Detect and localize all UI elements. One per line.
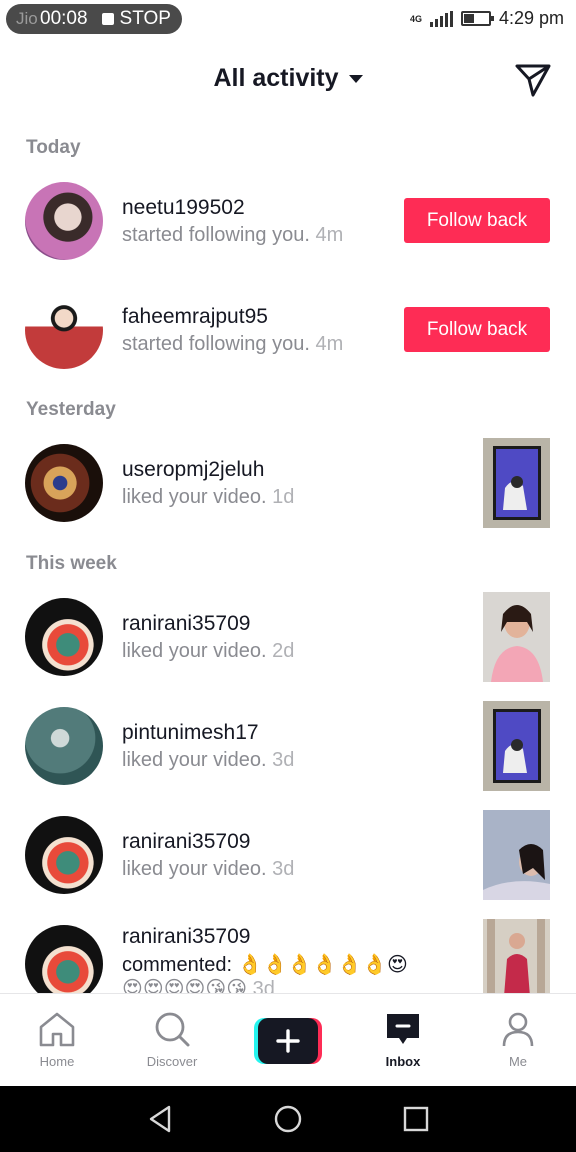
activity-text: liked your video. 2d bbox=[122, 640, 294, 663]
activity-row[interactable]: pintunimesh17 liked your video. 3d bbox=[0, 701, 576, 791]
section-label-yesterday: Yesterday bbox=[26, 399, 116, 420]
activity-row[interactable]: useropmj2jeluh liked your video. 1d bbox=[0, 438, 576, 528]
system-nav-bar bbox=[0, 1086, 576, 1152]
video-thumbnail-image bbox=[483, 701, 550, 791]
caret-down-icon bbox=[348, 75, 363, 84]
section-label-this-week: This week bbox=[26, 553, 117, 574]
activity-action: liked your video. bbox=[122, 640, 267, 662]
avatar[interactable] bbox=[25, 182, 103, 260]
search-icon bbox=[155, 1012, 190, 1047]
activity-action: started following you. bbox=[122, 333, 310, 355]
activity-time: 4m bbox=[315, 333, 344, 355]
signal-icon bbox=[429, 10, 453, 27]
home-icon bbox=[39, 1012, 75, 1047]
create-video-button[interactable] bbox=[254, 1018, 322, 1064]
video-thumbnail[interactable] bbox=[483, 438, 550, 528]
activity-time: 4m bbox=[315, 224, 344, 246]
video-thumbnail-image bbox=[483, 592, 550, 682]
header: All activity bbox=[0, 52, 576, 108]
network-type: 4G bbox=[409, 13, 422, 24]
activity-action: started following you. bbox=[122, 224, 310, 246]
nav-inbox-label: Inbox bbox=[385, 1054, 421, 1069]
activity-time: 3d bbox=[272, 749, 295, 771]
activity-text: liked your video. 3d bbox=[122, 858, 294, 881]
inbox-icon bbox=[387, 1014, 419, 1044]
video-thumbnail-image bbox=[483, 919, 550, 993]
home-circle-icon[interactable] bbox=[271, 1102, 305, 1136]
nav-home[interactable]: Home bbox=[7, 994, 107, 1087]
nav-inbox[interactable]: Inbox bbox=[353, 994, 453, 1087]
battery-icon bbox=[460, 11, 494, 26]
activity-row[interactable]: ranirani35709 liked your video. 2d bbox=[0, 592, 576, 682]
comment-text-continued: 😍😍😍😍😘😘 3d bbox=[122, 976, 275, 993]
follow-back-button[interactable]: Follow back bbox=[404, 307, 550, 352]
clock: 4:29 pm bbox=[498, 8, 564, 28]
bottom-nav: Home Discover Inbox Me bbox=[0, 993, 576, 1086]
avatar[interactable] bbox=[25, 291, 103, 369]
activity-row[interactable]: ranirani35709 commented: 👌👌👌👌👌👌😍 😍😍😍😍😘😘 … bbox=[0, 919, 576, 993]
activity-row[interactable]: faheemrajput95 started following you. 4m… bbox=[0, 285, 576, 375]
activity-time: 3d bbox=[252, 978, 275, 993]
video-thumbnail[interactable] bbox=[483, 810, 550, 900]
video-thumbnail[interactable] bbox=[483, 919, 550, 993]
back-icon[interactable] bbox=[143, 1102, 177, 1136]
direct-message-icon[interactable] bbox=[514, 62, 552, 98]
activity-text: liked your video. 3d bbox=[122, 749, 294, 772]
username[interactable]: ranirani35709 bbox=[122, 830, 250, 854]
activity-filter-dropdown[interactable]: All activity bbox=[0, 64, 576, 93]
status-indicators: 4G 4:29 pm bbox=[410, 8, 564, 29]
nav-discover[interactable]: Discover bbox=[122, 994, 222, 1087]
nav-me[interactable]: Me bbox=[468, 994, 568, 1087]
activity-row[interactable]: neetu199502 started following you. 4m Fo… bbox=[0, 176, 576, 266]
recording-timer: 00:08 bbox=[40, 8, 88, 29]
section-label-today: Today bbox=[26, 137, 81, 158]
avatar[interactable] bbox=[25, 707, 103, 785]
stop-label[interactable]: STOP bbox=[120, 8, 171, 30]
activity-action: liked your video. bbox=[122, 858, 267, 880]
video-thumbnail[interactable] bbox=[483, 701, 550, 791]
video-thumbnail-image bbox=[483, 810, 550, 900]
activity-time: 1d bbox=[272, 486, 295, 508]
username[interactable]: neetu199502 bbox=[122, 196, 245, 220]
username[interactable]: faheemrajput95 bbox=[122, 305, 268, 329]
carrier-label: Jio bbox=[16, 9, 38, 28]
avatar[interactable] bbox=[25, 816, 103, 894]
activity-time: 2d bbox=[272, 640, 295, 662]
activity-text: started following you. 4m bbox=[122, 224, 343, 247]
status-bar: Jio 00:08 STOP 4G 4:29 pm bbox=[0, 0, 576, 40]
nav-discover-label: Discover bbox=[146, 1054, 198, 1069]
follow-back-button[interactable]: Follow back bbox=[404, 198, 550, 243]
screen-recorder-pill[interactable]: Jio 00:08 STOP bbox=[6, 4, 182, 34]
recents-icon[interactable] bbox=[399, 1102, 433, 1136]
activity-text: started following you. 4m bbox=[122, 333, 343, 356]
video-thumbnail[interactable] bbox=[483, 592, 550, 682]
nav-me-label: Me bbox=[508, 1054, 528, 1069]
comment-emoji: 😍😍😍😍😘😘 bbox=[122, 978, 248, 993]
profile-icon bbox=[502, 1012, 534, 1047]
username[interactable]: pintunimesh17 bbox=[122, 721, 259, 745]
avatar[interactable] bbox=[25, 444, 103, 522]
activity-time: 3d bbox=[272, 858, 295, 880]
video-thumbnail-image bbox=[483, 438, 550, 528]
username[interactable]: ranirani35709 bbox=[122, 925, 250, 949]
comment-text: commented: 👌👌👌👌👌👌😍 bbox=[122, 954, 408, 976]
avatar[interactable] bbox=[25, 925, 103, 993]
nav-home-label: Home bbox=[39, 1054, 75, 1069]
stop-icon bbox=[101, 13, 114, 25]
activity-text: liked your video. 1d bbox=[122, 486, 294, 509]
avatar[interactable] bbox=[25, 598, 103, 676]
username[interactable]: useropmj2jeluh bbox=[122, 458, 264, 482]
activity-action: liked your video. bbox=[122, 749, 267, 771]
activity-row[interactable]: ranirani35709 liked your video. 3d bbox=[0, 810, 576, 900]
username[interactable]: ranirani35709 bbox=[122, 612, 250, 636]
page-title: All activity bbox=[213, 64, 339, 92]
activity-action: liked your video. bbox=[122, 486, 267, 508]
